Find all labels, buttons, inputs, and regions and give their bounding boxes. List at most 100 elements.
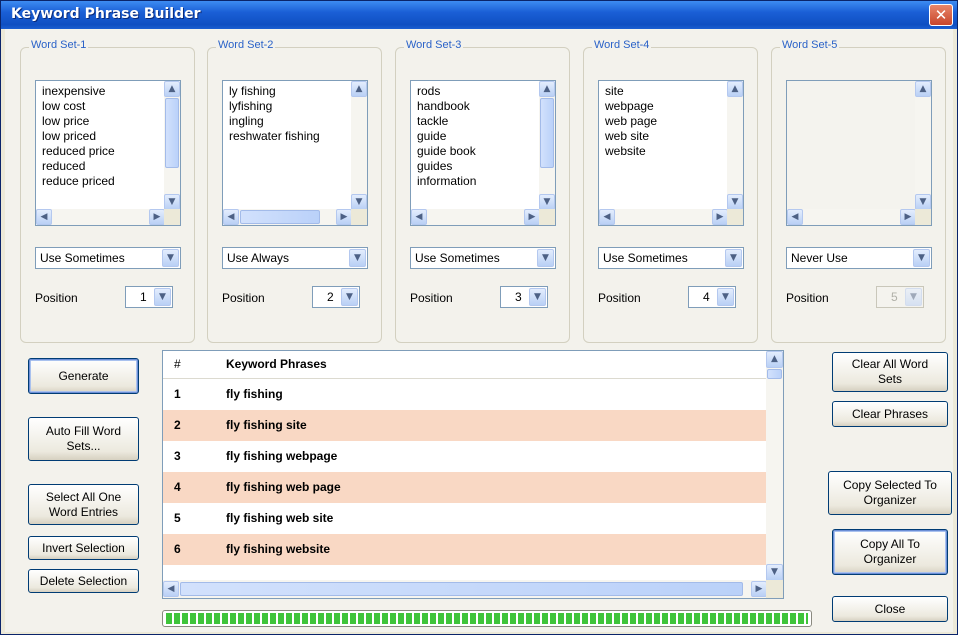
chevron-down-icon[interactable]: ▼ <box>349 249 366 267</box>
list-item[interactable]: lyfishing <box>229 99 320 114</box>
scroll-down-icon[interactable]: ▼ <box>727 194 743 210</box>
table-vertical-scrollbar[interactable]: ▲ ▼ <box>766 351 783 581</box>
delete-selection-button[interactable]: Delete Selection <box>28 569 139 593</box>
title-bar[interactable]: Keyword Phrase Builder ✕ <box>1 1 957 29</box>
list-item[interactable]: ly fishing <box>229 84 320 99</box>
scroll-down-icon[interactable]: ▼ <box>351 194 367 210</box>
table-row[interactable]: 2 fly fishing site <box>163 410 767 441</box>
copy-all-to-organizer-button[interactable]: Copy All To Organizer <box>832 529 948 575</box>
position-dropdown[interactable]: 3 ▼ <box>500 286 548 308</box>
keyword-phrases-table[interactable]: # Keyword Phrases 1 fly fishing 2 fly fishi… <box>162 350 784 599</box>
table-row[interactable]: 5 fly fishing web site <box>163 503 767 534</box>
scroll-up-icon[interactable]: ▲ <box>164 81 180 97</box>
list-item[interactable]: guide book <box>417 144 476 159</box>
scroll-left-icon[interactable]: ◀ <box>36 209 52 225</box>
list-item[interactable]: low priced <box>42 129 115 144</box>
list-item[interactable]: information <box>417 174 476 189</box>
list-item[interactable]: reduce priced <box>42 174 115 189</box>
list-item[interactable]: reduced <box>42 159 115 174</box>
list-item[interactable]: reshwater fishing <box>229 129 320 144</box>
position-dropdown[interactable]: 4 ▼ <box>688 286 736 308</box>
scroll-left-icon[interactable]: ◀ <box>223 209 239 225</box>
chevron-down-icon[interactable]: ▼ <box>341 288 358 306</box>
table-row[interactable]: 6 fly fishing website <box>163 534 767 565</box>
close-icon[interactable]: ✕ <box>929 4 953 26</box>
listbox-vertical-scrollbar[interactable]: ▲ ▼ <box>351 81 367 210</box>
close-button[interactable]: Close <box>832 596 948 622</box>
scroll-thumb[interactable] <box>165 98 179 168</box>
list-item[interactable]: website <box>605 144 657 159</box>
select-all-one-word-entries-button[interactable]: Select All One Word Entries <box>28 484 139 525</box>
chevron-down-icon[interactable]: ▼ <box>905 288 922 306</box>
list-item[interactable]: web site <box>605 129 657 144</box>
list-item[interactable]: low cost <box>42 99 115 114</box>
listbox-vertical-scrollbar[interactable]: ▲ ▼ <box>727 81 743 210</box>
scroll-up-icon[interactable]: ▲ <box>351 81 367 97</box>
word-set-listbox[interactable]: ▲ ▼ ◀ ▶ <box>786 80 932 226</box>
list-item[interactable]: webpage <box>605 99 657 114</box>
usage-dropdown[interactable]: Use Sometimes ▼ <box>35 247 181 269</box>
auto-fill-word-sets-button[interactable]: Auto Fill Word Sets... <box>28 417 139 461</box>
list-item[interactable]: handbook <box>417 99 476 114</box>
list-item[interactable]: inexpensive <box>42 84 115 99</box>
list-item[interactable]: guide <box>417 129 476 144</box>
list-item[interactable]: low price <box>42 114 115 129</box>
scroll-thumb[interactable] <box>180 582 743 596</box>
scroll-left-icon[interactable]: ◀ <box>599 209 615 225</box>
list-item[interactable]: rods <box>417 84 476 99</box>
scroll-up-icon[interactable]: ▲ <box>915 81 931 97</box>
listbox-horizontal-scrollbar[interactable]: ◀ ▶ <box>411 209 540 225</box>
scroll-right-icon[interactable]: ▶ <box>712 209 728 225</box>
scroll-up-icon[interactable]: ▲ <box>539 81 555 97</box>
table-row[interactable]: 4 fly fishing web page <box>163 472 767 503</box>
scroll-right-icon[interactable]: ▶ <box>524 209 540 225</box>
scroll-left-icon[interactable]: ◀ <box>411 209 427 225</box>
scroll-thumb[interactable] <box>767 369 782 379</box>
copy-selected-to-organizer-button[interactable]: Copy Selected To Organizer <box>828 471 952 515</box>
listbox-horizontal-scrollbar[interactable]: ◀ ▶ <box>223 209 352 225</box>
chevron-down-icon[interactable]: ▼ <box>725 249 742 267</box>
list-item[interactable]: site <box>605 84 657 99</box>
scroll-down-icon[interactable]: ▼ <box>766 564 783 581</box>
table-row[interactable]: 3 fly fishing webpage <box>163 441 767 472</box>
scroll-thumb[interactable] <box>540 98 554 168</box>
scroll-up-icon[interactable]: ▲ <box>727 81 743 97</box>
invert-selection-button[interactable]: Invert Selection <box>28 536 139 560</box>
chevron-down-icon[interactable]: ▼ <box>717 288 734 306</box>
list-item[interactable]: tackle <box>417 114 476 129</box>
list-item[interactable]: web page <box>605 114 657 129</box>
list-item[interactable]: ingling <box>229 114 320 129</box>
listbox-horizontal-scrollbar[interactable]: ◀ ▶ <box>599 209 728 225</box>
position-dropdown[interactable]: 1 ▼ <box>125 286 173 308</box>
listbox-horizontal-scrollbar[interactable]: ◀ ▶ <box>787 209 916 225</box>
table-row[interactable]: 1 fly fishing <box>163 379 767 410</box>
position-dropdown[interactable]: 2 ▼ <box>312 286 360 308</box>
table-horizontal-scrollbar[interactable]: ◀ ▶ <box>163 580 767 598</box>
usage-dropdown[interactable]: Use Sometimes ▼ <box>410 247 556 269</box>
word-set-listbox[interactable]: ly fishing lyfishing ingling reshwater fish… <box>222 80 368 226</box>
chevron-down-icon[interactable]: ▼ <box>529 288 546 306</box>
listbox-vertical-scrollbar[interactable]: ▲ ▼ <box>915 81 931 210</box>
chevron-down-icon[interactable]: ▼ <box>537 249 554 267</box>
scroll-down-icon[interactable]: ▼ <box>164 194 180 210</box>
position-dropdown[interactable]: 5 ▼ <box>876 286 924 308</box>
scroll-up-icon[interactable]: ▲ <box>766 351 783 368</box>
scroll-left-icon[interactable]: ◀ <box>787 209 803 225</box>
chevron-down-icon[interactable]: ▼ <box>154 288 171 306</box>
list-item[interactable]: reduced price <box>42 144 115 159</box>
listbox-horizontal-scrollbar[interactable]: ◀ ▶ <box>36 209 165 225</box>
usage-dropdown[interactable]: Never Use ▼ <box>786 247 932 269</box>
chevron-down-icon[interactable]: ▼ <box>913 249 930 267</box>
listbox-vertical-scrollbar[interactable]: ▲ ▼ <box>164 81 180 210</box>
word-set-listbox[interactable]: inexpensive low cost low price low priced re… <box>35 80 181 226</box>
scroll-right-icon[interactable]: ▶ <box>149 209 165 225</box>
scroll-right-icon[interactable]: ▶ <box>751 581 767 597</box>
chevron-down-icon[interactable]: ▼ <box>162 249 179 267</box>
listbox-vertical-scrollbar[interactable]: ▲ ▼ <box>539 81 555 210</box>
list-item[interactable]: guides <box>417 159 476 174</box>
scroll-left-icon[interactable]: ◀ <box>163 581 179 597</box>
scroll-down-icon[interactable]: ▼ <box>539 194 555 210</box>
word-set-listbox[interactable]: rods handbook tackle guide guide book guides i… <box>410 80 556 226</box>
generate-button[interactable]: Generate <box>28 358 139 394</box>
word-set-listbox[interactable]: site webpage web page web site website ▲ ▼ ◀ ▶ <box>598 80 744 226</box>
